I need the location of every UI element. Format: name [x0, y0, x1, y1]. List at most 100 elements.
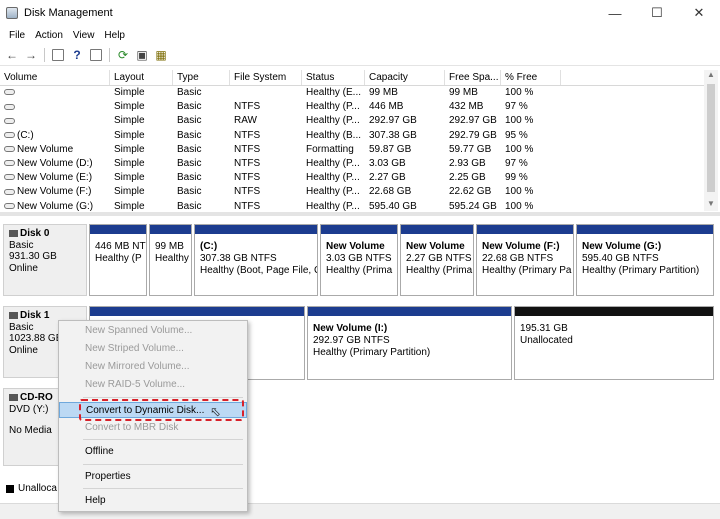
cell-text: NTFS: [234, 172, 261, 184]
cell-text: 432 MB: [449, 101, 484, 113]
menu-properties[interactable]: Properties: [59, 469, 247, 485]
table-row[interactable]: New Volume Simple Basic NTFS Formatting 59.87…: [0, 143, 704, 157]
cell-volume: New Volume (D:): [0, 157, 110, 171]
rescan-icon[interactable]: ▣: [134, 47, 150, 63]
table-row[interactable]: Simple Basic Healthy (E... 99 MB 99 MB 100 %: [0, 86, 704, 100]
cell-type: Basic: [173, 114, 230, 128]
table-row[interactable]: Simple Basic NTFS Healthy (P... 446 MB 432 MB…: [0, 100, 704, 114]
column-header-type[interactable]: Type: [173, 70, 230, 85]
cell-text: New Volume (D:): [17, 157, 93, 169]
cell-volume: [0, 100, 110, 114]
cell-text: 100 %: [505, 87, 534, 98]
column-header-capacity[interactable]: Capacity: [365, 70, 445, 85]
menu-new-spanned-volume: New Spanned Volume...: [85, 325, 193, 336]
partition-bar: [577, 225, 713, 234]
cell-text: 292.97 GB: [449, 115, 497, 127]
back-arrow-icon[interactable]: ←: [4, 47, 20, 63]
column-header-status[interactable]: Status: [302, 70, 365, 85]
partition-name: New Volume: [406, 241, 465, 252]
disk1-partition[interactable]: 195.31 GB Unallocated: [514, 306, 714, 380]
table-row[interactable]: New Volume (F:) Simple Basic NTFS Healthy (P…: [0, 185, 704, 199]
forward-arrow-icon[interactable]: →: [23, 47, 39, 63]
partition-line1: 446 MB NT: [95, 241, 146, 252]
cell-layout: Simple: [110, 129, 173, 143]
cell-text: Healthy (E...: [306, 87, 362, 98]
pane-divider[interactable]: [0, 212, 720, 216]
cell-text: Basic: [177, 200, 202, 212]
disk0-partition[interactable]: 99 MB Healthy: [149, 224, 192, 296]
column-header-layout[interactable]: Layout: [110, 70, 173, 85]
partition-bar: [515, 307, 713, 316]
cell-text: 292.79 GB: [449, 129, 497, 141]
cell-text: 22.68 GB: [369, 186, 412, 198]
menu-new-striped-volume: New Striped Volume...: [85, 343, 184, 354]
minimize-button[interactable]: —: [594, 0, 636, 26]
cell-text: NTFS: [234, 186, 261, 198]
view-icon[interactable]: [88, 47, 104, 63]
scroll-down-icon[interactable]: ▼: [704, 199, 718, 211]
column-header-percent-free[interactable]: % Free: [501, 70, 561, 85]
table-row[interactable]: New Volume (G:) Simple Basic NTFS Healthy (P…: [0, 200, 704, 212]
refresh-icon[interactable]: ⟳: [115, 47, 131, 63]
cell-text: 100 %: [505, 143, 534, 155]
volume-list-scrollbar[interactable]: ▲ ▼: [704, 70, 718, 211]
menu-help[interactable]: Help: [99, 30, 130, 41]
cell-text: 2.27 GB: [369, 172, 406, 184]
cell-text: NTFS: [234, 200, 261, 212]
close-button[interactable]: ✕: [678, 0, 720, 26]
scrollbar-thumb[interactable]: [707, 84, 715, 192]
cell-capacity: 307.38 GB: [365, 129, 445, 143]
cell-volume: New Volume (F:): [0, 185, 110, 199]
disk0-partition[interactable]: New Volume 2.27 GB NTFS Healthy (Prima: [400, 224, 474, 296]
cell-text: Basic: [177, 157, 202, 169]
cell-text: Simple: [114, 143, 145, 155]
cell-capacity: 3.03 GB: [365, 157, 445, 171]
properties-icon[interactable]: [50, 47, 66, 63]
disk0-partition[interactable]: New Volume 3.03 GB NTFS Healthy (Prima: [320, 224, 398, 296]
partition-line2: Healthy (Prima: [326, 265, 393, 276]
cell-percent-free: 97 %: [501, 100, 561, 114]
menu-bar: File Action View Help: [0, 26, 720, 44]
help-icon[interactable]: ?: [69, 47, 85, 63]
cell-text: 100 %: [505, 115, 534, 127]
cell-text: 99 MB: [369, 87, 398, 98]
cell-text: 59.77 GB: [449, 143, 492, 155]
cell-text: Formatting: [306, 143, 354, 155]
cell-text: Basic: [177, 143, 202, 155]
table-row[interactable]: Simple Basic RAW Healthy (P... 292.97 GB 292.…: [0, 114, 704, 128]
toolbar: ← → ? ⟳ ▣ ▦: [0, 44, 720, 66]
table-row[interactable]: New Volume (D:) Simple Basic NTFS Healthy (P…: [0, 157, 704, 171]
cell-text: Simple: [114, 101, 145, 113]
disk0-partition[interactable]: New Volume (G:) 595.40 GB NTFS Healthy (Pr…: [576, 224, 714, 296]
disk1-partition[interactable]: New Volume (I:) 292.97 GB NTFS Healthy (Pr…: [307, 306, 512, 380]
cell-status: Healthy (E...: [302, 86, 365, 100]
cell-file-system: NTFS: [230, 185, 302, 199]
window-title: Disk Management: [24, 7, 113, 19]
column-header-file-system[interactable]: File System: [230, 70, 302, 85]
cell-layout: Simple: [110, 200, 173, 212]
column-header-volume[interactable]: Volume: [0, 70, 110, 85]
table-row[interactable]: (C:) Simple Basic NTFS Healthy (B... 307.38 G…: [0, 129, 704, 143]
column-header-free-space[interactable]: Free Spa...: [445, 70, 501, 85]
cell-text: NTFS: [234, 101, 261, 113]
menu-file[interactable]: File: [4, 30, 30, 41]
disk0-partition[interactable]: New Volume (F:) 22.68 GB NTFS Healthy (Pri…: [476, 224, 574, 296]
scroll-up-icon[interactable]: ▲: [704, 70, 718, 82]
menu-help[interactable]: Help: [59, 493, 247, 509]
maximize-button[interactable]: ☐: [636, 0, 678, 26]
cell-percent-free: 95 %: [501, 129, 561, 143]
disk-0-label[interactable]: Disk 0 Basic 931.30 GB Online: [3, 224, 87, 296]
menu-offline[interactable]: Offline: [59, 444, 247, 460]
cell-text: 97 %: [505, 157, 528, 169]
unallocated-legend-swatch: [6, 485, 14, 493]
console-icon[interactable]: ▦: [153, 47, 169, 63]
disk0-partition[interactable]: 446 MB NT Healthy (P: [89, 224, 147, 296]
cell-layout: Simple: [110, 114, 173, 128]
table-row[interactable]: New Volume (E:) Simple Basic NTFS Healthy (P…: [0, 171, 704, 185]
cell-capacity: 2.27 GB: [365, 171, 445, 185]
disk0-partition[interactable]: (C:) 307.38 GB NTFS Healthy (Boot, Page Fi…: [194, 224, 318, 296]
cell-text: RAW: [234, 115, 257, 127]
disk-icon: [9, 311, 18, 319]
menu-view[interactable]: View: [68, 30, 100, 41]
menu-action[interactable]: Action: [30, 30, 68, 41]
